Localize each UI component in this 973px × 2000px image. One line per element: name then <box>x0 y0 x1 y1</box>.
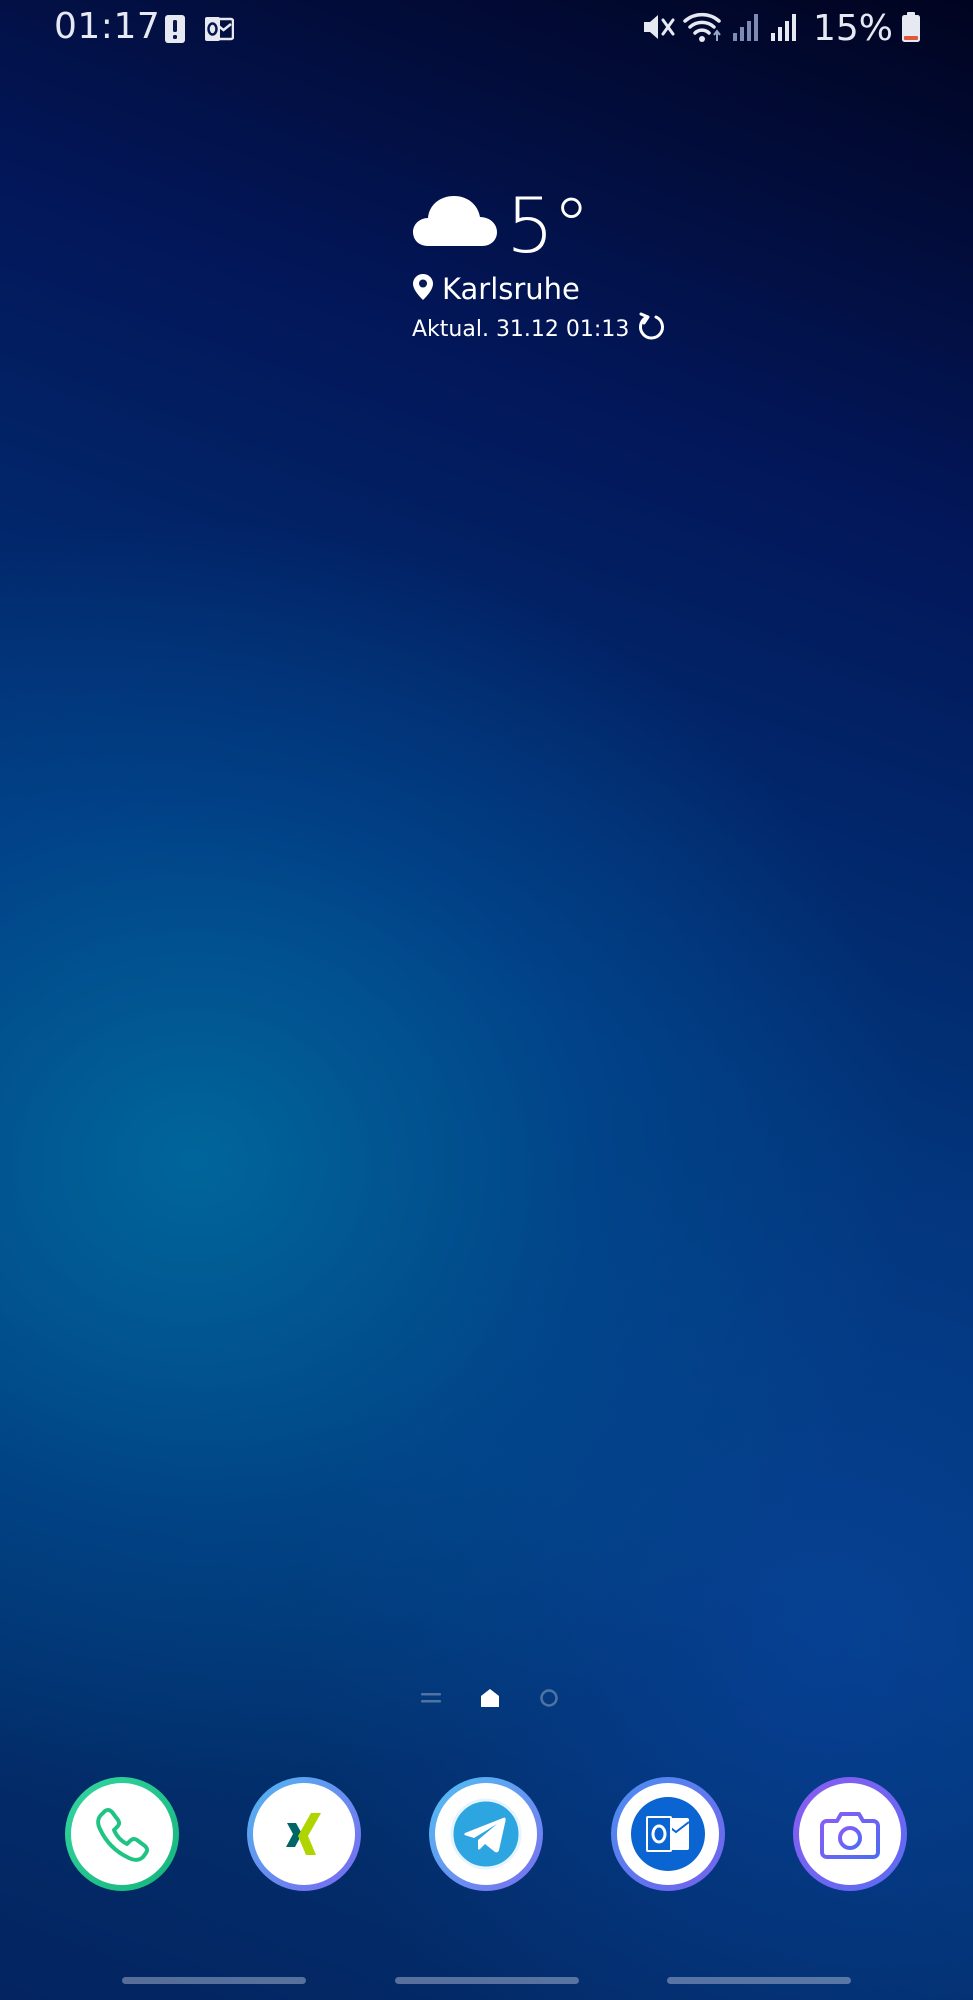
location-name: Karlsruhe <box>442 272 580 306</box>
back-button[interactable] <box>667 1977 851 1984</box>
phone-app-icon[interactable] <box>65 1777 179 1891</box>
updated-time: Aktual. 31.12 01:13 <box>412 316 630 342</box>
weather-widget[interactable]: 5° Karlsruhe Aktual. 31.12 01:13 <box>412 184 712 368</box>
location-pin-icon <box>412 273 434 305</box>
weather-updated: Aktual. 31.12 01:13 <box>412 312 712 346</box>
outlook-notification-icon <box>204 15 235 47</box>
app-dock <box>0 1777 973 1897</box>
signal-icon <box>731 11 761 47</box>
weather-location: Karlsruhe <box>412 272 712 306</box>
xing-app-icon[interactable] <box>247 1777 361 1891</box>
camera-app-icon[interactable] <box>793 1777 907 1891</box>
page-dot-icon[interactable] <box>538 1687 560 1713</box>
status-time: 01:17 <box>54 6 161 47</box>
signal-icon <box>769 11 799 47</box>
battery-percent: 15% <box>812 8 893 49</box>
mute-icon <box>641 11 675 47</box>
status-system-icons: 15% <box>641 8 921 49</box>
battery-icon <box>901 11 921 47</box>
home-button[interactable] <box>395 1977 579 1984</box>
navigation-bar <box>0 1977 973 1987</box>
telegram-app-icon[interactable] <box>429 1777 543 1891</box>
status-notification-icons <box>164 14 235 48</box>
page-indicator[interactable] <box>420 1685 560 1715</box>
wifi-icon <box>683 11 723 47</box>
home-page-icon[interactable] <box>479 1687 501 1713</box>
cloud-icon <box>412 188 498 252</box>
weather-temperature: 5° <box>506 181 590 270</box>
menu-page-icon[interactable] <box>420 1690 442 1710</box>
weather-header: 5° <box>412 184 712 268</box>
outlook-app-icon[interactable] <box>611 1777 725 1891</box>
recent-apps-button[interactable] <box>122 1977 306 1984</box>
alert-icon <box>164 14 186 48</box>
status-bar: 01:17 15% <box>0 0 973 60</box>
refresh-icon[interactable] <box>637 312 667 346</box>
